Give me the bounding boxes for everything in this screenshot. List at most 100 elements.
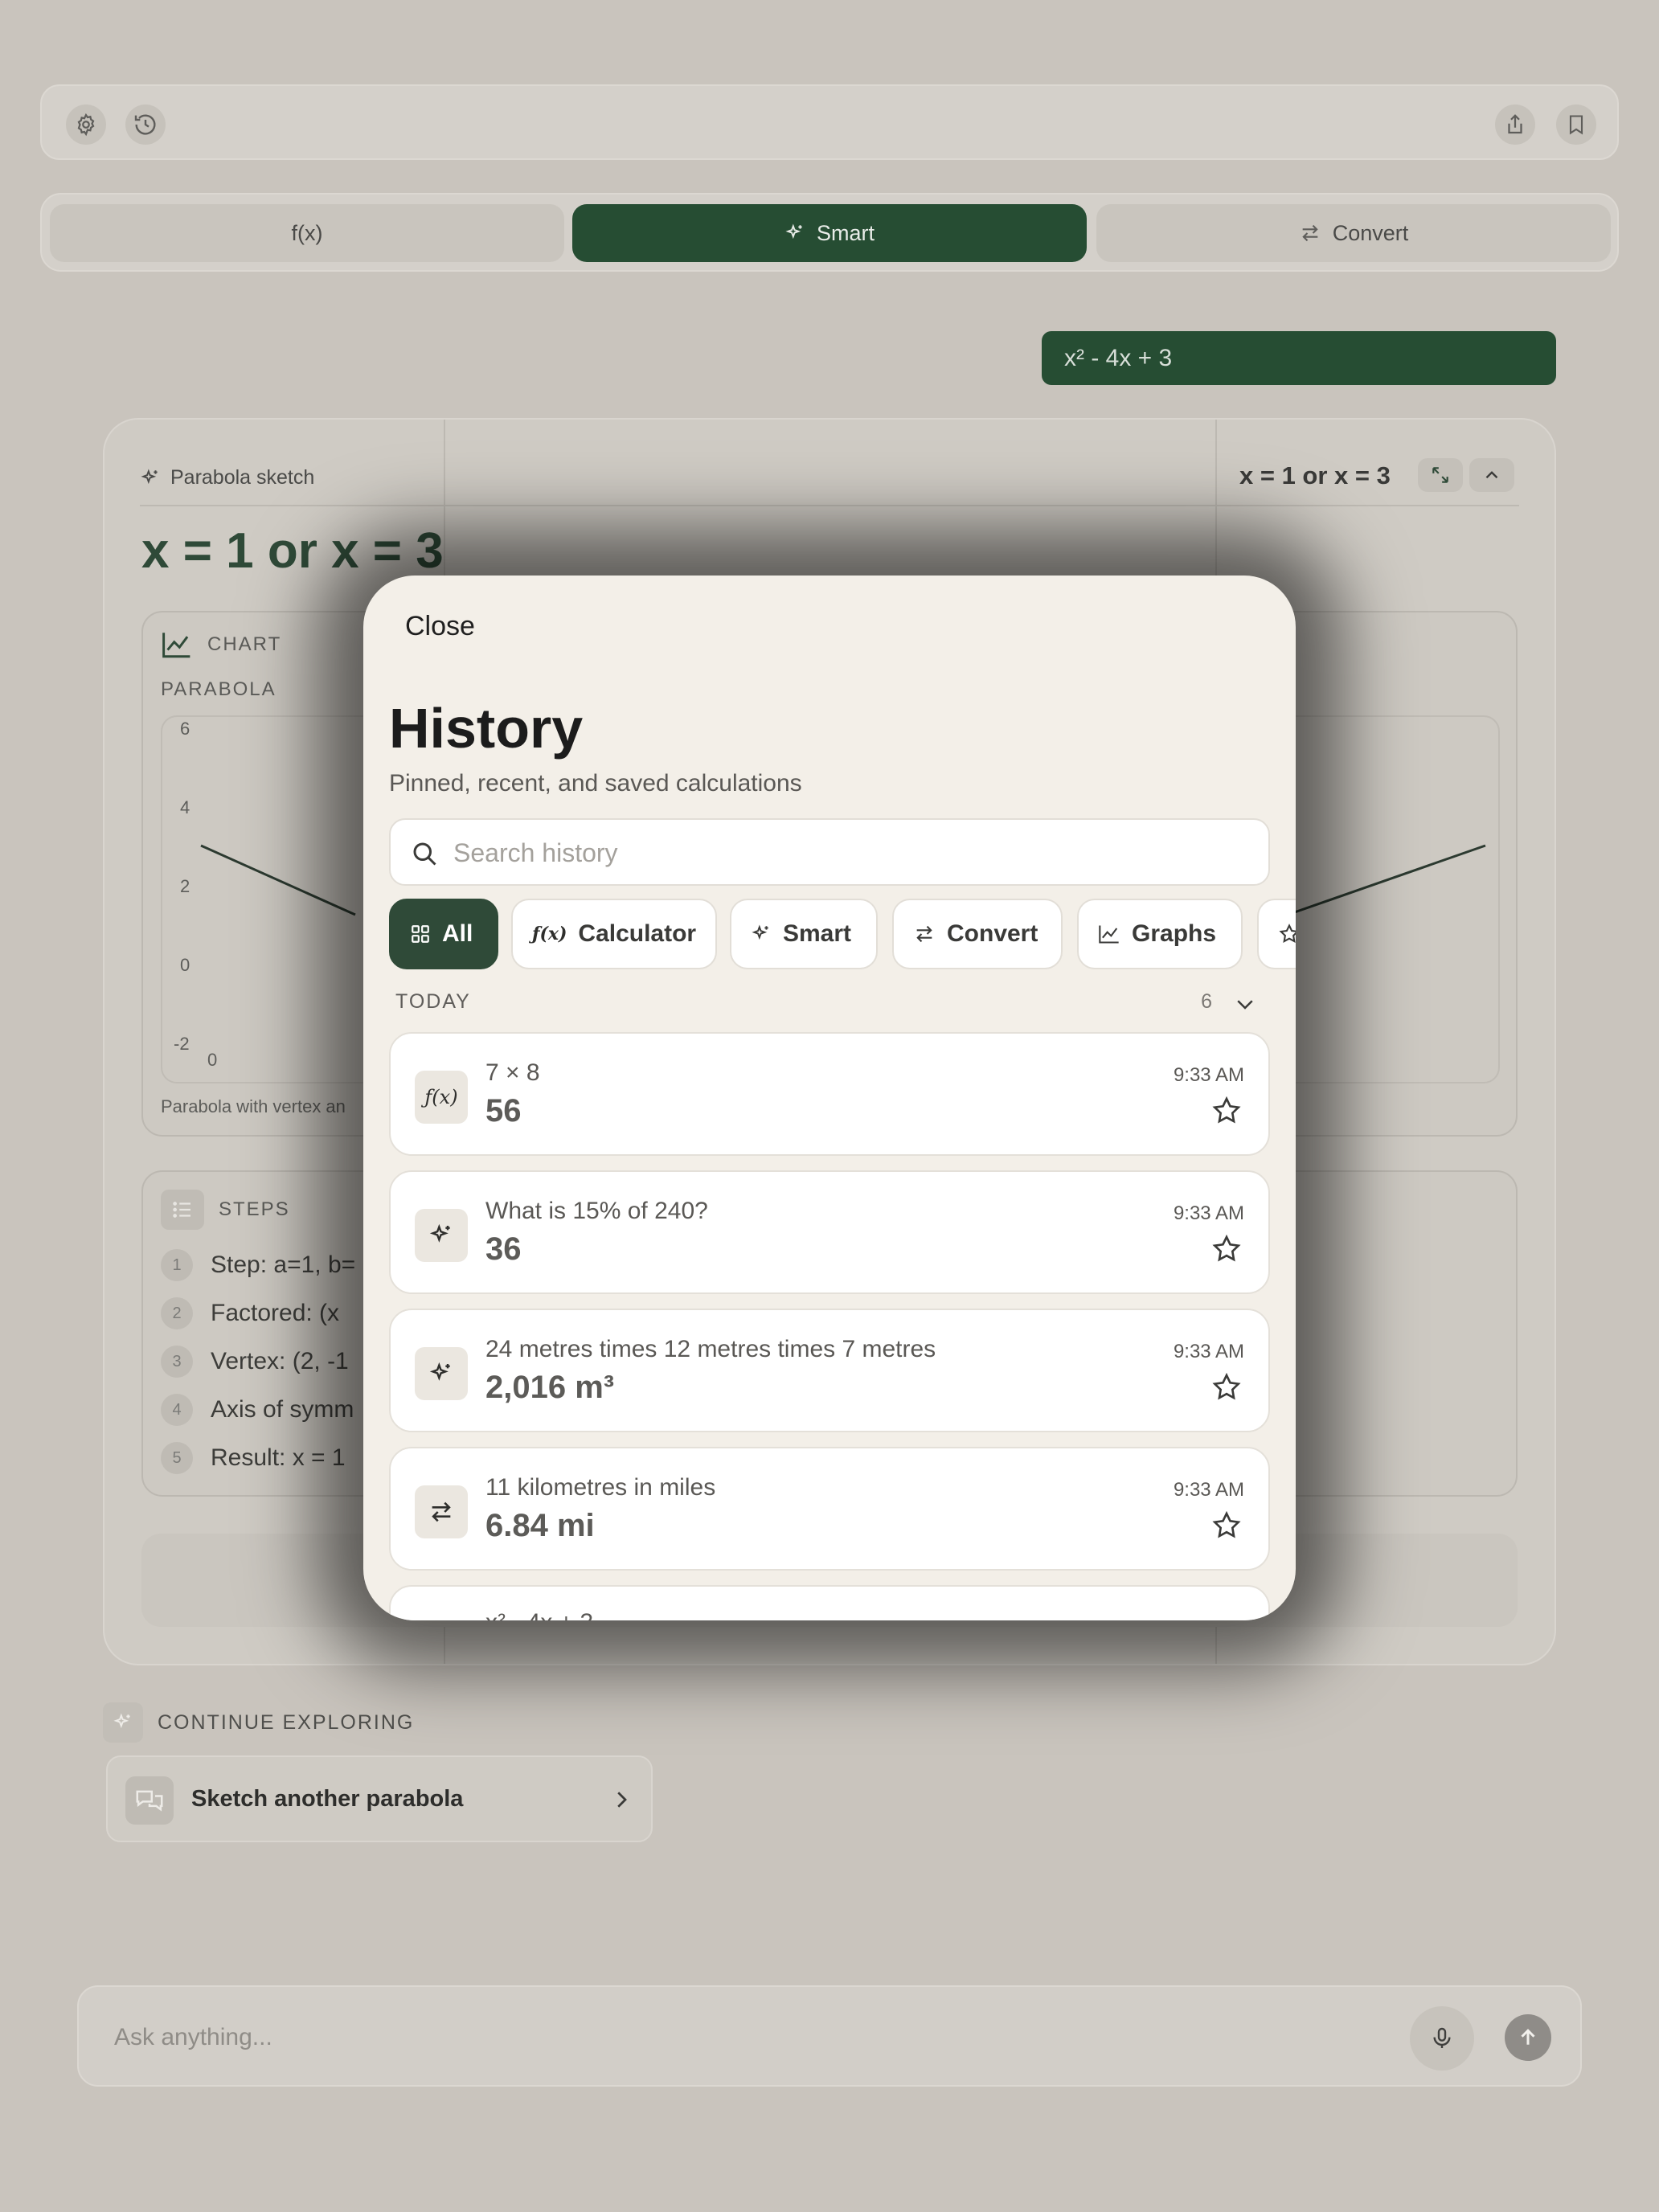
tab-label: f(x) bbox=[291, 220, 323, 245]
function-icon: ƒ(x) bbox=[424, 1086, 458, 1108]
equation-pill[interactable]: x² - 4x + 3 bbox=[1042, 331, 1556, 385]
sparkle-icon-box bbox=[103, 1702, 143, 1743]
modal-subtitle: Pinned, recent, and saved calculations bbox=[389, 770, 802, 797]
microphone-button[interactable] bbox=[1410, 2006, 1474, 2071]
chevron-right-icon bbox=[617, 1792, 627, 1808]
line-chart-icon bbox=[162, 633, 190, 658]
chip-convert[interactable]: Convert bbox=[892, 899, 1063, 969]
history-button[interactable] bbox=[125, 104, 166, 145]
chevron-down-icon[interactable] bbox=[1233, 992, 1257, 1016]
chip-all[interactable]: All bbox=[389, 899, 498, 969]
step-item: 3 Vertex: (2, -1 bbox=[161, 1346, 349, 1378]
chip-calculator[interactable]: ƒ(x) Calculator bbox=[511, 899, 717, 969]
suggestion-card[interactable]: Sketch another parabola bbox=[106, 1755, 653, 1842]
filter-chips: All ƒ(x) Calculator Smart Convert Graphs bbox=[389, 899, 1296, 969]
chip-graphs[interactable]: Graphs bbox=[1077, 899, 1243, 969]
steps-header: STEPS bbox=[161, 1190, 290, 1230]
chip-label: All bbox=[442, 920, 473, 947]
ask-bar: Ask anything... bbox=[77, 1985, 1582, 2087]
tab-convert[interactable]: Convert bbox=[1096, 204, 1611, 262]
expand-button[interactable] bbox=[1418, 458, 1463, 492]
search-input[interactable] bbox=[453, 834, 1241, 871]
history-answer: 2,016 m³ bbox=[485, 1370, 615, 1405]
swap-icon-box bbox=[415, 1485, 468, 1538]
star-icon[interactable] bbox=[1210, 1233, 1243, 1265]
history-time: 9:33 AM bbox=[1173, 1064, 1244, 1086]
section-header-today: TODAY 6 bbox=[395, 989, 1264, 1016]
chart-header-label: CHART bbox=[207, 633, 282, 655]
search-icon bbox=[413, 842, 436, 866]
clock-history-icon bbox=[134, 114, 156, 135]
steps-header-label: STEPS bbox=[219, 1198, 290, 1220]
share-button[interactable] bbox=[1495, 104, 1535, 145]
suggestion-label: Sketch another parabola bbox=[191, 1786, 464, 1812]
step-text: Result: x = 1 bbox=[211, 1444, 346, 1471]
line-chart-icon bbox=[1099, 925, 1119, 944]
collapse-button[interactable] bbox=[1469, 458, 1514, 492]
chip-starred[interactable] bbox=[1257, 899, 1296, 969]
chip-label: Calculator bbox=[578, 920, 697, 947]
section-label: TODAY bbox=[395, 990, 471, 1013]
search-field[interactable] bbox=[389, 818, 1270, 886]
close-button[interactable]: Close bbox=[405, 611, 475, 642]
sparkle-icon bbox=[429, 1362, 450, 1381]
solution-summary: x = 1 or x = 3 bbox=[1239, 461, 1391, 490]
tab-label: Smart bbox=[816, 220, 875, 245]
step-item: 2 Factored: (x bbox=[161, 1297, 339, 1329]
swap-arrows-icon bbox=[1302, 224, 1318, 242]
swap-arrows-icon bbox=[916, 925, 932, 943]
section-count: 6 bbox=[1201, 990, 1212, 1013]
history-item[interactable]: x² - 4x + 3 bbox=[389, 1585, 1270, 1620]
chevron-up-icon bbox=[1485, 471, 1498, 479]
sparkle-icon bbox=[429, 1223, 450, 1243]
tab-smart[interactable]: Smart bbox=[572, 204, 1087, 262]
share-icon bbox=[1508, 114, 1522, 134]
settings-button[interactable] bbox=[66, 104, 106, 145]
bookmark-button[interactable] bbox=[1556, 104, 1596, 145]
divider bbox=[140, 505, 1519, 506]
star-icon[interactable] bbox=[1210, 1095, 1243, 1127]
history-query: 24 metres times 12 metres times 7 metres bbox=[485, 1336, 936, 1362]
star-icon[interactable] bbox=[1210, 1371, 1243, 1403]
function-icon-box: ƒ(x) bbox=[415, 1071, 468, 1124]
chart-header: CHART bbox=[161, 630, 281, 659]
history-answer: 6.84 mi bbox=[485, 1508, 595, 1543]
sparkle-icon bbox=[752, 924, 768, 940]
top-toolbar bbox=[40, 84, 1619, 160]
history-item[interactable]: ƒ(x) 7 × 8 56 9:33 AM bbox=[389, 1032, 1270, 1156]
history-item[interactable]: 24 metres times 12 metres times 7 metres… bbox=[389, 1309, 1270, 1432]
history-time: 9:33 AM bbox=[1173, 1202, 1244, 1224]
expand-icon bbox=[1432, 467, 1448, 483]
step-number: 5 bbox=[161, 1442, 193, 1474]
chat-icon-box bbox=[125, 1776, 174, 1825]
continue-exploring-header: CONTINUE EXPLORING bbox=[103, 1702, 414, 1743]
history-item[interactable]: What is 15% of 240? 36 9:33 AM bbox=[389, 1170, 1270, 1294]
chip-smart[interactable]: Smart bbox=[730, 899, 878, 969]
step-text: Step: a=1, b= bbox=[211, 1251, 356, 1278]
mode-tabs: f(x) Smart Convert bbox=[40, 193, 1619, 272]
history-answer: 36 bbox=[485, 1231, 522, 1267]
sparkle-icon bbox=[141, 468, 158, 484]
sparkle-icon-box bbox=[415, 1209, 468, 1262]
swap-arrows-icon bbox=[432, 1501, 451, 1522]
arrow-up-icon bbox=[1521, 2029, 1535, 2045]
step-text: Vertex: (2, -1 bbox=[211, 1348, 349, 1374]
microphone-icon bbox=[1433, 2027, 1451, 2048]
list-icon bbox=[173, 1202, 190, 1218]
star-icon[interactable] bbox=[1210, 1509, 1243, 1542]
step-text: Axis of symm bbox=[211, 1396, 354, 1423]
step-number: 3 bbox=[161, 1346, 193, 1378]
history-answer: 56 bbox=[485, 1093, 522, 1129]
sparkle-icon bbox=[113, 1713, 130, 1729]
ask-input[interactable]: Ask anything... bbox=[114, 2024, 272, 2051]
history-query: 11 kilometres in miles bbox=[485, 1474, 716, 1501]
history-item[interactable]: 11 kilometres in miles 6.84 mi 9:33 AM bbox=[389, 1447, 1270, 1571]
step-item: 5 Result: x = 1 bbox=[161, 1442, 346, 1474]
tab-label: Convert bbox=[1332, 220, 1409, 245]
continue-exploring-label: CONTINUE EXPLORING bbox=[158, 1710, 415, 1734]
send-button[interactable] bbox=[1505, 2014, 1551, 2061]
chat-bubbles-icon bbox=[136, 1790, 163, 1812]
tab-function[interactable]: f(x) bbox=[50, 204, 564, 262]
step-number: 2 bbox=[161, 1297, 193, 1329]
gear-icon bbox=[77, 113, 95, 137]
